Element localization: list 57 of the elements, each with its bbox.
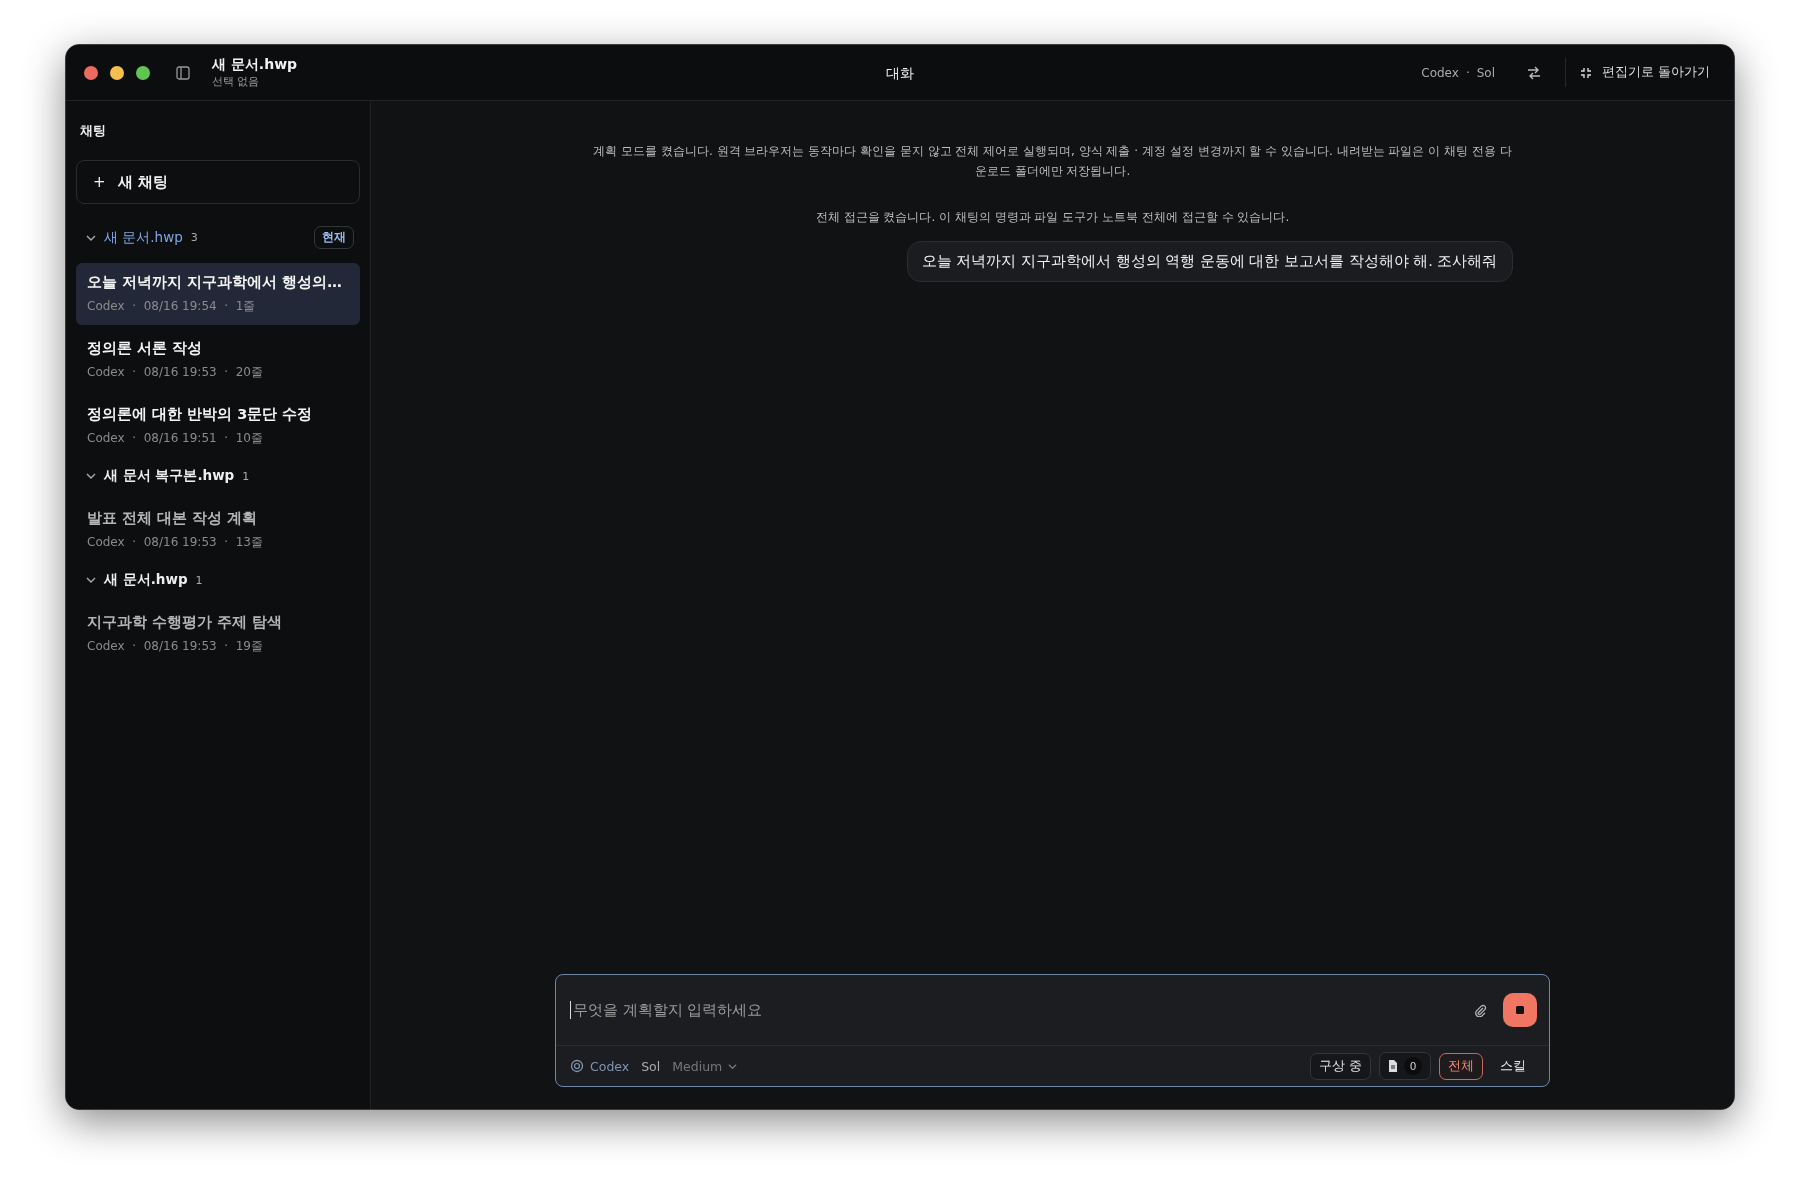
chat-title: 정의론 서론 작성 [87,339,204,358]
system-notice: 계획 모드를 켰습니다. 원격 브라우저는 동작마다 확인을 묻지 않고 전체 제어로 실행되며, 양식 제출 · 계정 설정 변경까지 할 수 있습니다. 내려받는 파일은 이 채팅 전용 다운로드 폴더에만 저장됩니다. [592,143,1513,180]
stop-button[interactable] [1503,993,1537,1027]
swap-icon[interactable] [1527,65,1541,80]
separator-dot: · [1465,65,1470,80]
provider-label[interactable]: Codex [570,1058,630,1074]
chat-title: 정의론에 대한 반박의 3문단 수정 [87,405,314,424]
paperclip-icon[interactable] [1474,1003,1487,1017]
chevron-icon[interactable] [86,575,96,585]
model-name[interactable]: Sol [641,1058,661,1074]
prompt-input[interactable]: 무엇을 계획할지 입력하세요 [570,1001,1474,1019]
chat-meta: Codex · 08/16 19:51 · 10줄 [87,430,264,447]
model-name: Sol [1476,65,1495,80]
status-chip[interactable]: 구상 중 [1310,1052,1371,1080]
group-title[interactable]: 새 문서.hwp [104,228,183,247]
chevron-icon[interactable] [86,471,96,481]
group-title[interactable]: 새 문서.hwp [104,571,188,589]
zoom-button[interactable] [136,65,150,80]
system-notice: 전체 접근을 켰습니다. 이 채팅의 명령과 파일 도구가 노트북 전체에 접근할 수 있습니다. [814,209,1291,226]
back-to-editor-button[interactable]: 편집기로 돌아가기 [1565,58,1716,87]
sidebar-heading: 채팅 [80,123,107,140]
minimize-button[interactable] [110,65,124,80]
chat-title: 오늘 저녁까지 지구과학에서 행성의… [87,273,343,292]
group-count: 1 [242,469,250,483]
access-toggle[interactable]: 전체 [1439,1052,1483,1080]
group-title[interactable]: 새 문서 복구본.hwp [104,467,235,485]
sidebar-toggle-icon[interactable] [176,65,190,80]
chat-item[interactable]: 오늘 저녁까지 지구과학에서 행성의… Codex · 08/16 19:54 · 1줄 [76,263,360,325]
user-message: 오늘 저녁까지 지구과학에서 행성의 역행 운동에 대한 보고서를 작성해야 해. 조사해줘 [906,241,1513,282]
new-chat-button[interactable]: + 새 채팅 [76,160,360,204]
chat-item[interactable]: 발표 전체 대본 작성 계획 Codex · 08/16 19:53 · 13줄 [76,499,360,561]
chat-meta: Codex · 08/16 19:53 · 20줄 [87,364,264,381]
chat-meta: Codex · 08/16 19:53 · 19줄 [87,638,264,655]
chat-item[interactable]: 정의론 서론 작성 Codex · 08/16 19:53 · 20줄 [76,329,360,391]
stop-icon [1516,1006,1524,1014]
file-count-button[interactable]: 0 [1379,1052,1431,1080]
chat-title: 지구과학 수행평가 주제 탐색 [87,613,284,632]
plus-icon: + [93,173,106,191]
effort-dropdown[interactable]: Medium [672,1058,738,1074]
chat-meta: Codex · 08/16 19:53 · 13줄 [87,534,264,551]
document-title: 새 문서.hwp [212,56,298,74]
chat-item[interactable]: 정의론에 대한 반박의 3문단 수정 Codex · 08/16 19:51 · 10줄 [76,395,360,457]
window-title: 대화 [886,65,914,81]
close-button[interactable] [84,65,98,80]
group-count: 1 [195,573,203,587]
chat-meta: Codex · 08/16 19:54 · 1줄 [87,298,257,315]
chat-title: 발표 전체 대본 작성 계획 [87,509,259,528]
collapse-icon [1580,66,1592,79]
chat-item[interactable]: 지구과학 수행평가 주제 탐색 Codex · 08/16 19:53 · 19줄 [76,603,360,665]
document-icon [1388,1060,1398,1072]
model-label: Codex [1421,65,1459,80]
chevron-icon [728,1061,738,1071]
selection-status: 선택 없음 [212,74,261,89]
group-count: 3 [190,231,198,244]
file-count: 0 [1404,1057,1422,1075]
skill-button[interactable]: 스킬 [1491,1052,1535,1080]
current-badge: 현재 [314,226,354,249]
